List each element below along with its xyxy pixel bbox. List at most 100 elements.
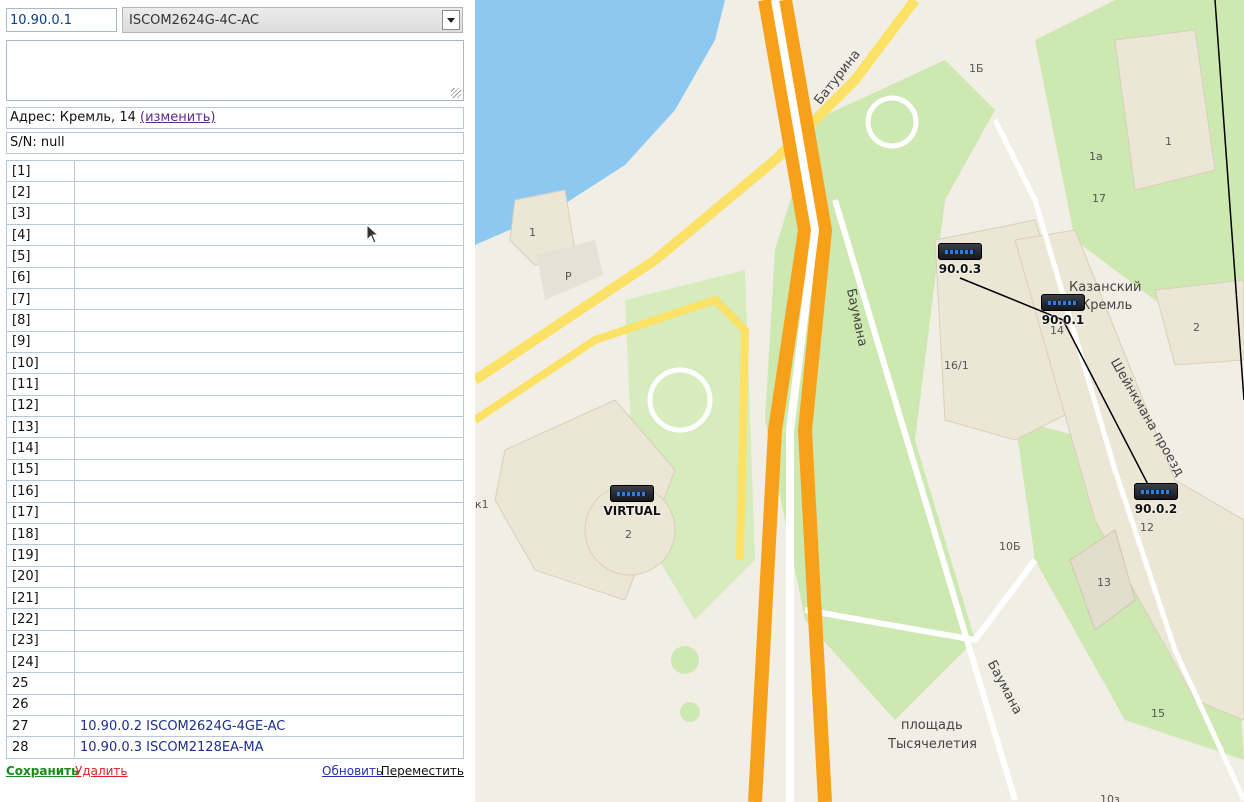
chevron-down-icon[interactable] — [442, 10, 460, 30]
table-row[interactable]: [14] — [6, 437, 464, 460]
table-row[interactable]: [4] — [6, 224, 464, 247]
port-value — [74, 416, 464, 439]
port-link[interactable]: 10.90.0.2 ISCOM2624G-4GE-AC — [80, 719, 285, 734]
place-label: Казанский — [1069, 280, 1142, 295]
table-row[interactable]: 27 10.90.0.2 ISCOM2624G-4GE-AC — [6, 714, 464, 738]
port-number: 25 — [6, 672, 75, 695]
map-device-90-0-1[interactable]: 90.0.1 — [1038, 294, 1088, 327]
house-number: 10Б — [999, 540, 1021, 553]
switch-icon — [1041, 294, 1085, 311]
model-select-value: ISCOM2624G-4C-AC — [129, 13, 259, 28]
serial-label: S/N: null — [10, 135, 65, 150]
port-value — [74, 629, 464, 652]
port-number: 27 — [6, 714, 75, 738]
switch-icon — [610, 485, 654, 502]
port-value — [74, 522, 464, 546]
table-row[interactable]: [12] — [6, 394, 464, 418]
table-row[interactable]: [8] — [6, 309, 464, 332]
resize-grip-icon[interactable] — [451, 88, 461, 98]
switch-icon — [1134, 483, 1178, 500]
house-number: 1 — [529, 226, 536, 239]
port-value — [74, 266, 464, 290]
port-number: [7] — [6, 288, 75, 311]
table-row[interactable]: [1] — [6, 159, 464, 183]
place-label: Тысячелетия — [888, 737, 978, 752]
house-number: 16/1 — [944, 359, 969, 372]
table-row[interactable]: [5] — [6, 245, 464, 268]
model-select[interactable]: ISCOM2624G-4C-AC — [122, 7, 463, 33]
port-value: 10.90.0.3 ISCOM2128EA-MA — [74, 736, 464, 759]
port-number: [22] — [6, 608, 75, 631]
table-row[interactable]: [10] — [6, 352, 464, 375]
table-row[interactable]: [9] — [6, 330, 464, 354]
port-value — [74, 608, 464, 631]
port-number: [4] — [6, 224, 75, 247]
mouse-cursor-icon — [366, 224, 380, 244]
table-row[interactable]: [18] — [6, 522, 464, 546]
device-panel: ISCOM2624G-4C-AC Адрес: Кремль, 14 (изме… — [0, 0, 470, 802]
port-value — [74, 309, 464, 332]
table-row[interactable]: [15] — [6, 458, 464, 482]
delete-button[interactable]: Удалить — [75, 764, 128, 778]
table-row[interactable]: 25 — [6, 672, 464, 695]
port-value — [74, 693, 464, 716]
device-label: 90.0.1 — [1041, 313, 1085, 327]
address-row: Адрес: Кремль, 14 (изменить) — [6, 107, 464, 129]
port-number: [5] — [6, 245, 75, 268]
house-number: к1 — [475, 498, 489, 511]
park-circle — [680, 702, 700, 722]
map-view[interactable]: Батурина Баумана Баумана Шейнкмана проез… — [475, 0, 1244, 802]
port-link[interactable]: 10.90.0.3 ISCOM2128EA-MA — [80, 740, 263, 755]
map-device-90-0-3[interactable]: 90.0.3 — [935, 243, 985, 276]
table-row[interactable]: [13] — [6, 416, 464, 439]
comment-textarea[interactable] — [6, 40, 464, 101]
table-row[interactable]: [6] — [6, 266, 464, 290]
port-value — [74, 330, 464, 354]
place-label: Кремль — [1081, 298, 1133, 313]
change-address-link[interactable]: (изменить) — [140, 110, 216, 125]
port-value — [74, 672, 464, 695]
port-number: [24] — [6, 650, 75, 674]
table-row[interactable]: [11] — [6, 373, 464, 396]
table-row[interactable]: [22] — [6, 608, 464, 631]
ip-input[interactable] — [6, 8, 117, 32]
table-row[interactable]: [19] — [6, 544, 464, 567]
port-value — [74, 480, 464, 503]
table-row[interactable]: [16] — [6, 480, 464, 503]
port-number: [23] — [6, 629, 75, 652]
map-device-virtual[interactable]: VIRTUAL — [597, 485, 667, 518]
map-device-90-0-2[interactable]: 90.0.2 — [1131, 483, 1181, 516]
address-label: Адрес: Кремль, 14 — [10, 110, 136, 125]
table-row[interactable]: [3] — [6, 202, 464, 226]
port-number: [15] — [6, 458, 75, 482]
port-number: [12] — [6, 394, 75, 418]
table-row[interactable]: [17] — [6, 501, 464, 524]
port-value — [74, 437, 464, 460]
house-number: 13 — [1097, 576, 1111, 589]
house-number: 1а — [1089, 150, 1103, 163]
save-button[interactable]: Сохранить — [6, 764, 79, 778]
table-row[interactable]: [23] — [6, 629, 464, 652]
port-number: [19] — [6, 544, 75, 567]
table-row[interactable]: [2] — [6, 181, 464, 204]
port-number: [8] — [6, 309, 75, 332]
house-number: 2 — [625, 528, 632, 541]
table-row[interactable]: [24] — [6, 650, 464, 674]
port-value — [74, 586, 464, 610]
house-number: 2 — [1193, 321, 1200, 334]
port-number: [16] — [6, 480, 75, 503]
table-row[interactable]: [21] — [6, 586, 464, 610]
port-value — [74, 288, 464, 311]
table-row[interactable]: [20] — [6, 565, 464, 588]
table-row[interactable]: [7] — [6, 288, 464, 311]
refresh-button[interactable]: Обновить — [322, 764, 383, 778]
port-number: [14] — [6, 437, 75, 460]
port-number: [21] — [6, 586, 75, 610]
device-label: VIRTUAL — [603, 504, 661, 518]
table-row[interactable]: 26 — [6, 693, 464, 716]
table-row[interactable]: 28 10.90.0.3 ISCOM2128EA-MA — [6, 736, 464, 759]
device-label: 90.0.3 — [938, 262, 982, 276]
port-number: [10] — [6, 352, 75, 375]
move-button[interactable]: Переместить — [381, 764, 464, 778]
port-number: [9] — [6, 330, 75, 354]
